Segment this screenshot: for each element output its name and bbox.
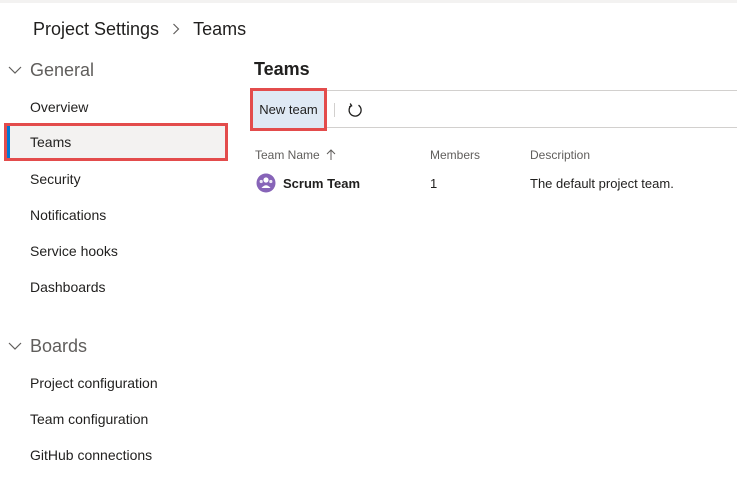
- sidebar-item-project-configuration[interactable]: Project configuration: [4, 365, 228, 401]
- sidebar-group-boards[interactable]: Boards: [0, 332, 87, 360]
- sidebar-item-label: GitHub connections: [30, 447, 153, 463]
- sidebar-item-label: Notifications: [30, 207, 107, 223]
- column-header-label: Description: [530, 148, 591, 162]
- page-title: Teams: [254, 58, 310, 79]
- breadcrumb-root[interactable]: Project Settings: [33, 19, 159, 40]
- column-header-description[interactable]: Description: [530, 146, 590, 164]
- new-team-button[interactable]: New team: [250, 88, 327, 131]
- column-header-label: Team Name: [255, 148, 320, 162]
- team-name-link[interactable]: Scrum Team: [283, 173, 360, 193]
- sidebar-item-security[interactable]: Security: [4, 161, 228, 197]
- column-header-members[interactable]: Members: [430, 146, 480, 164]
- sidebar-item-label: Dashboards: [30, 279, 106, 295]
- sidebar-item-overview[interactable]: Overview: [4, 89, 228, 125]
- sidebar-item-label: Service hooks: [30, 243, 118, 259]
- sidebar-group-label: Boards: [30, 335, 88, 356]
- breadcrumb-current: Teams: [193, 18, 247, 39]
- sidebar-item-github-connections[interactable]: GitHub connections: [4, 437, 228, 473]
- sidebar-item-label: Project configuration: [30, 375, 158, 391]
- sidebar-group-general[interactable]: General: [0, 56, 94, 84]
- chevron-down-icon: [0, 332, 30, 360]
- column-header-team-name[interactable]: Team Name: [255, 146, 336, 164]
- sidebar: General Overview Teams Security Notifica…: [0, 50, 240, 479]
- sort-ascending-icon: [326, 149, 336, 161]
- sidebar-group-label: General: [30, 59, 95, 80]
- sidebar-item-dashboards[interactable]: Dashboards: [4, 269, 228, 305]
- column-header-label: Members: [430, 148, 481, 162]
- chevron-down-icon: [0, 56, 30, 84]
- refresh-icon[interactable]: [344, 99, 366, 121]
- sidebar-item-notifications[interactable]: Notifications: [4, 197, 228, 233]
- toolbar-divider: [334, 103, 335, 117]
- team-avatar-icon: [256, 173, 276, 193]
- sidebar-item-service-hooks[interactable]: Service hooks: [4, 233, 228, 269]
- sidebar-item-label: Team configuration: [30, 411, 149, 427]
- sidebar-item-label: Security: [30, 171, 81, 187]
- toolbar: New team: [250, 88, 737, 131]
- chevron-right-icon: [171, 17, 181, 41]
- top-border: [0, 0, 737, 3]
- sidebar-item-label: Teams: [30, 134, 72, 150]
- sidebar-item-label: Overview: [30, 99, 89, 115]
- sidebar-item-team-configuration[interactable]: Team configuration: [4, 401, 228, 437]
- breadcrumb: Project Settings Teams: [33, 17, 246, 41]
- sidebar-item-teams[interactable]: Teams: [4, 123, 228, 161]
- team-description: The default project team.: [530, 175, 674, 191]
- team-members-count: 1: [430, 175, 438, 191]
